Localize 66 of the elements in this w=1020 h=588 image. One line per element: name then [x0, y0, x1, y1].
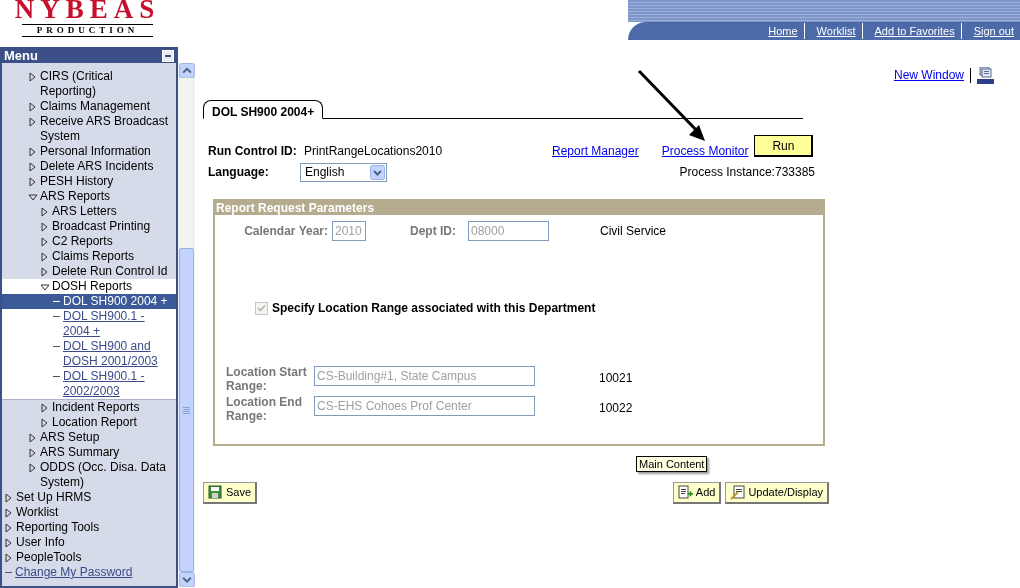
process-instance: Process Instance:733385 [679, 164, 815, 181]
dept-name: Civil Service [600, 223, 666, 240]
page-pencil-icon [730, 485, 746, 500]
menu-item[interactable]: C2 Reports [52, 234, 113, 249]
dropdown-icon [370, 164, 385, 180]
menu-item[interactable]: Location Report [52, 415, 137, 430]
field-label: Location Start Range: [226, 365, 308, 393]
menu-item[interactable]: Personal Information [40, 144, 151, 159]
menu-link[interactable]: DOL SH900.1 - 2002/2003 [63, 369, 171, 399]
update-button[interactable]: Update/Display [725, 482, 829, 504]
location-code: 10021 [599, 370, 633, 387]
link[interactable]: Report Manager [552, 142, 639, 160]
menu-item[interactable]: ARS Summary [40, 445, 120, 460]
checkbox-label: Specify Location Range associated with this Department [272, 300, 596, 317]
run-button[interactable]: Run [754, 135, 814, 157]
menu-item[interactable]: Set Up HRMS [16, 490, 92, 505]
language-select[interactable]: English [300, 162, 387, 182]
scroll-up-icon [179, 63, 195, 79]
field-label: Run Control ID: [208, 143, 298, 160]
group-title: Report Request Parameters [215, 201, 823, 215]
menu-item[interactable]: Broadcast Printing [52, 219, 151, 234]
add-button[interactable]: Add [672, 482, 722, 504]
menu-item[interactable]: Delete Run Control Id [52, 264, 168, 279]
menu-item[interactable]: Worklist [16, 505, 59, 520]
menu-item[interactable]: ARS Letters [52, 204, 117, 219]
menu-title: Menu [4, 49, 38, 63]
field-label: Location End Range: [226, 395, 303, 423]
menu-item[interactable]: User Info [16, 535, 65, 550]
add-page-icon [677, 485, 693, 500]
location-code: 10022 [599, 400, 633, 417]
menu-link[interactable]: DOL SH900 and DOSH 2001/2003 [63, 339, 171, 369]
nav-link[interactable]: Add to Favorites [862, 22, 961, 40]
link[interactable]: Process Monitor [661, 142, 749, 160]
field-label: Calendar Year: [243, 223, 328, 240]
menu-item[interactable]: PeopleTools [16, 550, 82, 565]
menu-link[interactable]: DOL SH900.1 - 2004 + [63, 309, 171, 339]
scroll-down-icon [179, 571, 195, 587]
save-button[interactable]: Save [203, 482, 258, 504]
menu-item[interactable]: ARS Setup [40, 430, 100, 445]
menu-item[interactable]: Reporting Tools [16, 520, 100, 535]
tab[interactable]: DOL SH900 2004+ [203, 100, 324, 119]
menu-item[interactable]: Incident Reports [52, 400, 140, 415]
menu-item[interactable]: Claims Reports [52, 249, 135, 264]
menu-item[interactable]: PESH History [40, 174, 114, 189]
menu-item[interactable]: Receive ARS Broadcast System [40, 114, 171, 144]
logo-title: NYBEAS [14, 0, 161, 24]
menu-item[interactable]: ARS Reports [40, 189, 111, 204]
http-window-icon [977, 66, 994, 84]
menu-link[interactable]: Change My Password [15, 565, 135, 580]
tooltip: Main Content [636, 456, 708, 472]
menu-item[interactable]: ODDS (Occ. Disa. Data System) [40, 460, 171, 490]
scroll-thumb[interactable] [179, 248, 194, 572]
field-label: Language: [208, 164, 270, 181]
field-label: Dept ID: [410, 223, 456, 240]
logo-subtitle: PRODUCTION [22, 24, 153, 37]
nav-link[interactable]: Sign out [961, 22, 1020, 40]
menu-item[interactable]: Claims Management [40, 99, 151, 114]
run-control-value: PrintRangeLocations2010 [304, 143, 444, 160]
menu-item[interactable]: DOSH Reports [52, 279, 133, 294]
new-window-link[interactable]: New Window [893, 66, 964, 84]
scrollbar[interactable] [178, 63, 195, 587]
menu-item[interactable]: CIRS (Critical Reporting) [40, 69, 171, 99]
menu-item[interactable]: Delete ARS Incidents [40, 159, 154, 174]
nav-link[interactable]: Home [756, 22, 804, 40]
grip-icon [183, 406, 190, 414]
nav-link[interactable]: Worklist [804, 22, 862, 40]
